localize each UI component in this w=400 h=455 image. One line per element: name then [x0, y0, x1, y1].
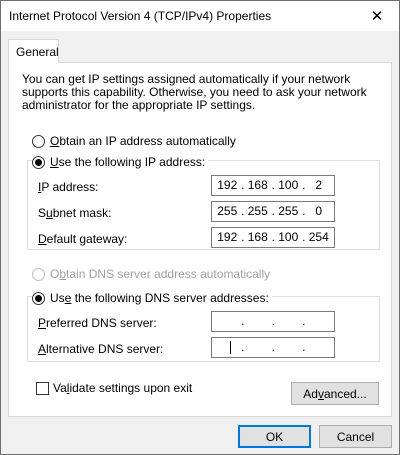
ip-address-octet-4[interactable]: 2: [304, 176, 335, 195]
alternative-dns-input[interactable]: [211, 337, 335, 358]
advanced-button-label: Advanced...: [303, 386, 367, 401]
preferred-dns-octet-4[interactable]: [304, 312, 335, 331]
manual-ip-group: IP address: 192 168 100 2 Subnet mask: 2…: [27, 160, 380, 250]
use-following-ip-radio[interactable]: Use the following IP address:: [32, 155, 209, 169]
default-gateway-octet-2[interactable]: 168: [243, 228, 275, 247]
validate-settings-label: Validate settings upon exit: [53, 381, 193, 395]
subnet-mask-octet-3[interactable]: 255: [273, 202, 305, 221]
obtain-ip-auto-radio-circle[interactable]: [32, 134, 45, 148]
alternative-dns-octet-4[interactable]: [304, 338, 335, 357]
subnet-mask-label: Subnet mask:: [38, 206, 112, 220]
ip-address-octet-3[interactable]: 100: [273, 176, 305, 195]
ok-button[interactable]: OK: [238, 425, 311, 448]
general-tab-panel: You can get IP settings assigned automat…: [8, 62, 392, 417]
alternative-dns-octet-1[interactable]: [212, 338, 244, 357]
close-button[interactable]: ✕: [355, 1, 399, 31]
title-bar: Internet Protocol Version 4 (TCP/IPv4) P…: [1, 1, 399, 31]
use-following-ip-label: Use the following IP address:: [50, 155, 206, 169]
preferred-dns-label: Preferred DNS server:: [38, 316, 157, 330]
use-following-dns-radio[interactable]: Use the following DNS server addresses:: [32, 291, 272, 305]
window-title: Internet Protocol Version 4 (TCP/IPv4) P…: [9, 9, 272, 23]
use-following-dns-radio-circle[interactable]: [32, 291, 45, 305]
alternative-dns-octet-2[interactable]: [243, 338, 274, 357]
obtain-dns-auto-label: Obtain DNS server address automatically: [50, 267, 271, 281]
obtain-ip-auto-label: Obtain an IP address automatically: [50, 134, 236, 148]
preferred-dns-octet-1[interactable]: [212, 312, 244, 331]
subnet-mask-octet-1[interactable]: 255: [212, 202, 244, 221]
ip-address-octet-2[interactable]: 168: [243, 176, 275, 195]
default-gateway-input[interactable]: 192 168 100 254: [211, 227, 335, 248]
subnet-mask-octet-2[interactable]: 255: [243, 202, 275, 221]
ip-address-label: IP address:: [38, 180, 99, 194]
intro-text: You can get IP settings assigned automat…: [22, 72, 367, 112]
obtain-dns-auto-radio[interactable]: Obtain DNS server address automatically: [32, 267, 270, 281]
tcpip-properties-dialog: Internet Protocol Version 4 (TCP/IPv4) P…: [0, 0, 400, 455]
cancel-button[interactable]: Cancel: [319, 425, 392, 448]
default-gateway-label: Default gateway:: [38, 232, 128, 246]
subnet-mask-input[interactable]: 255 255 255 0: [211, 201, 335, 222]
preferred-dns-octet-2[interactable]: [243, 312, 274, 331]
ip-address-octet-1[interactable]: 192: [212, 176, 244, 195]
tab-general[interactable]: General: [8, 39, 59, 63]
advanced-button[interactable]: Advanced...: [291, 382, 379, 405]
default-gateway-octet-3[interactable]: 100: [273, 228, 305, 247]
default-gateway-octet-1[interactable]: 192: [212, 228, 244, 247]
obtain-ip-auto-radio[interactable]: Obtain an IP address automatically: [32, 134, 236, 148]
use-following-dns-label: Use the following DNS server addresses:: [50, 291, 269, 305]
close-icon: ✕: [370, 8, 384, 25]
manual-dns-group: Preferred DNS server: Alternative DNS se…: [27, 296, 380, 362]
default-gateway-octet-4[interactable]: 254: [304, 228, 335, 247]
alternative-dns-label: Alternative DNS server:: [38, 342, 164, 356]
obtain-dns-auto-radio-circle[interactable]: [32, 267, 45, 281]
preferred-dns-input[interactable]: [211, 311, 335, 332]
validate-settings-checkbox-box[interactable]: [36, 381, 49, 395]
subnet-mask-octet-4[interactable]: 0: [304, 202, 335, 221]
ip-address-input[interactable]: 192 168 100 2: [211, 175, 335, 196]
preferred-dns-octet-3[interactable]: [273, 312, 305, 331]
validate-settings-checkbox[interactable]: Validate settings upon exit: [36, 381, 192, 395]
alternative-dns-octet-3[interactable]: [273, 338, 305, 357]
tab-general-label: General: [16, 45, 59, 59]
use-following-ip-radio-circle[interactable]: [32, 155, 45, 169]
